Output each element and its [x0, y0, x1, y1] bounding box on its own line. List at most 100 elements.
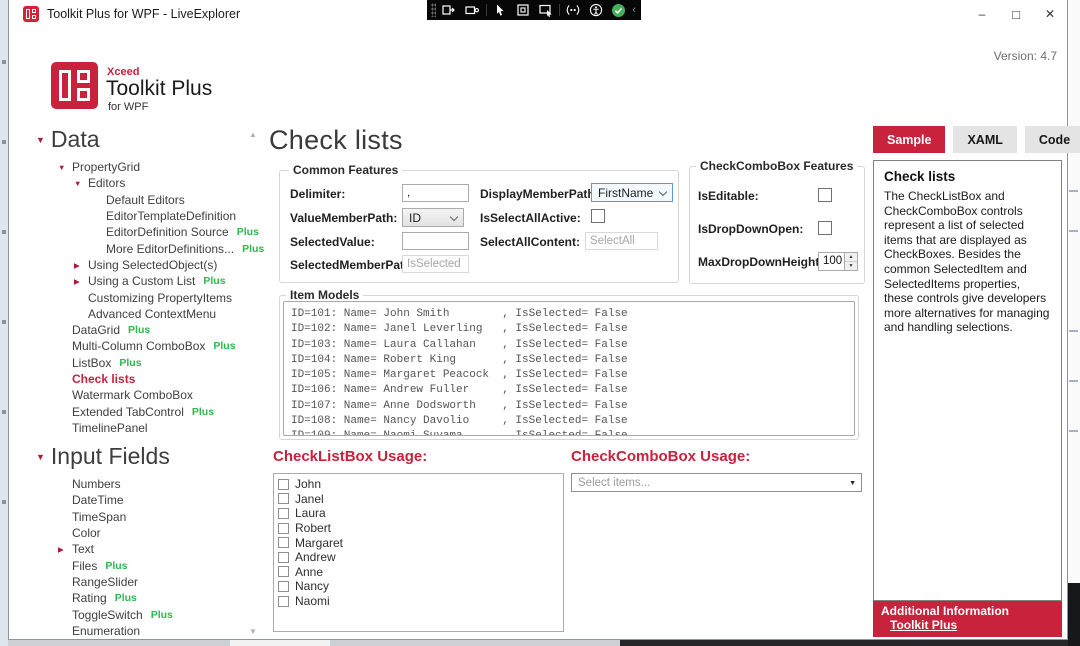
item-checkbox[interactable]	[278, 596, 289, 607]
sidebar-item-timespan[interactable]: TimeSpan	[36, 509, 264, 525]
sidebar-item-watermark-combobox[interactable]: Watermark ComboBox	[36, 387, 264, 403]
item-model-row: ID=101: Name= John Smith , IsSelected= F…	[291, 307, 854, 322]
maxdropdownheight-spinner[interactable]: 100 ▲ ▼	[818, 252, 858, 271]
item-checkbox[interactable]	[278, 537, 289, 548]
info-title: Check lists	[884, 169, 955, 184]
item-models-group: Item Models ID=101: Name= John Smith , I…	[279, 295, 859, 440]
sidebar-item-datetime[interactable]: DateTime	[36, 492, 264, 508]
sidebar-item-using-a-custom-list[interactable]: ▶Using a Custom ListPlus	[36, 273, 264, 289]
sidebar-item-more-editordefinitions-[interactable]: More EditorDefinitions...Plus	[36, 240, 264, 256]
minimize-button[interactable]: –	[965, 0, 999, 28]
sidebar-item-label: PropertyGrid	[72, 160, 140, 174]
plus-badge: Plus	[105, 560, 127, 572]
confirm-check-icon[interactable]	[610, 2, 629, 18]
checklist-item[interactable]: Janel	[278, 492, 559, 507]
sidebar-item-rating[interactable]: RatingPlus	[36, 590, 264, 606]
item-checkbox[interactable]	[278, 566, 289, 577]
checklist-item[interactable]: Robert	[278, 521, 559, 536]
screen-record-icon[interactable]	[463, 2, 482, 18]
selectallcontent-label: SelectAllContent:	[480, 235, 580, 249]
close-button[interactable]: ✕	[1033, 0, 1067, 28]
sidebar-item-label: Advanced ContextMenu	[88, 307, 216, 321]
sidebar-item-extended-tabcontrol[interactable]: Extended TabControlPlus	[36, 403, 264, 419]
cursor-select-icon[interactable]	[491, 2, 510, 18]
selectallcontent-input[interactable]	[585, 232, 658, 250]
window-export-icon[interactable]	[440, 2, 459, 18]
displaymemberpath-combobox[interactable]: FirstName	[591, 183, 673, 202]
tree-scroll-up-icon[interactable]: ▲	[249, 130, 257, 139]
item-model-row: ID=107: Name= Anne Dodsworth , IsSelecte…	[291, 399, 854, 414]
sidebar-item-numbers[interactable]: Numbers	[36, 476, 264, 492]
isselectallactive-checkbox[interactable]	[591, 209, 605, 223]
sidebar-item-customizing-propertyitems[interactable]: Customizing PropertyItems	[36, 289, 264, 305]
tree-collapsed-icon[interactable]: ▶	[74, 277, 80, 286]
sidebar-item-propertygrid[interactable]: ▼ PropertyGrid	[36, 159, 264, 175]
accessibility-icon[interactable]	[587, 2, 606, 18]
sidebar-item-multi-column-combobox[interactable]: Multi-Column ComboBoxPlus	[36, 338, 264, 354]
checklist-item[interactable]: Laura	[278, 506, 559, 521]
sidebar-item-toggleswitch[interactable]: ToggleSwitchPlus	[36, 606, 264, 622]
sidebar-section-header[interactable]: ▼Input Fields	[36, 443, 264, 472]
view-tab[interactable]: Code	[1025, 126, 1080, 153]
sidebar-item-datagrid[interactable]: DataGridPlus	[36, 322, 264, 338]
iseditable-checkbox[interactable]	[818, 188, 832, 202]
maximize-button[interactable]: □	[999, 0, 1033, 28]
sidebar-item-label: EditorTemplateDefinition	[106, 209, 236, 223]
item-checkbox[interactable]	[278, 523, 289, 534]
item-checkbox[interactable]	[278, 493, 289, 504]
sidebar-item-color[interactable]: Color	[36, 525, 264, 541]
sidebar-item-enumeration[interactable]: Enumeration	[36, 623, 264, 639]
tree-expanded-icon[interactable]: ▼	[58, 163, 65, 172]
checkcombobox[interactable]: ▼	[571, 473, 862, 492]
checklist-item[interactable]: Andrew	[278, 550, 559, 565]
sidebar-item-editors[interactable]: ▼Editors	[36, 175, 264, 191]
checkcombobox-input[interactable]	[572, 474, 861, 491]
checklistbox[interactable]: John Janel Laura Robert Margaret Andrew	[273, 473, 564, 632]
film-reel-icon[interactable]	[564, 2, 583, 18]
selectedvalue-input[interactable]	[402, 232, 469, 250]
checklist-item[interactable]: John	[278, 477, 559, 492]
item-checkbox[interactable]	[278, 508, 289, 519]
spin-down-icon[interactable]: ▼	[845, 262, 857, 270]
checklist-item[interactable]: Nancy	[278, 579, 559, 594]
sidebar-item-files[interactable]: FilesPlus	[36, 558, 264, 574]
spin-up-icon[interactable]: ▲	[845, 253, 857, 262]
sidebar-item-text[interactable]: ▶Text	[36, 541, 264, 557]
sidebar-item-editordefinition-source[interactable]: EditorDefinition SourcePlus	[36, 224, 264, 240]
sidebar-section-header[interactable]: ▼Data	[36, 126, 264, 155]
sidebar-item-check-lists[interactable]: Check lists	[36, 371, 264, 387]
checklist-item[interactable]: Anne	[278, 565, 559, 580]
checklist-item[interactable]: Margaret	[278, 535, 559, 550]
sidebar-item-advanced-contextmenu[interactable]: Advanced ContextMenu	[36, 306, 264, 322]
view-tab[interactable]: Sample	[873, 126, 945, 153]
sidebar-item-rangeslider[interactable]: RangeSlider	[36, 574, 264, 590]
sidebar-item-label: Color	[72, 526, 101, 540]
toolbar-grip[interactable]	[431, 3, 436, 17]
plus-badge: Plus	[242, 243, 264, 255]
collapse-chevron-icon[interactable]: ‹	[632, 2, 636, 18]
sidebar-nav: ▼Data ▼ PropertyGrid▼EditorsDefault Edito…	[36, 126, 264, 639]
tree-collapsed-icon[interactable]: ▶	[74, 261, 80, 270]
isdropdownopen-checkbox[interactable]	[818, 221, 832, 235]
tree-scroll-down-icon[interactable]: ▼	[249, 627, 257, 636]
tree-expanded-icon[interactable]: ▼	[74, 179, 81, 188]
delimiter-input[interactable]	[402, 184, 469, 202]
window-select-icon[interactable]	[536, 2, 555, 18]
sidebar-item-using-selectedobject-s-[interactable]: ▶Using SelectedObject(s)	[36, 257, 264, 273]
sidebar-item-listbox[interactable]: ListBoxPlus	[36, 355, 264, 371]
region-capture-icon[interactable]	[513, 2, 532, 18]
sidebar-item-editortemplatedefinition[interactable]: EditorTemplateDefinition	[36, 208, 264, 224]
item-checkbox[interactable]	[278, 479, 289, 490]
toolkit-plus-link[interactable]: Toolkit Plus	[890, 618, 957, 632]
sidebar-item-timelinepanel[interactable]: TimelinePanel	[36, 420, 264, 436]
selectedmemberpath-input[interactable]	[402, 255, 469, 273]
checklist-item[interactable]: Naomi	[278, 594, 559, 609]
sidebar-item-default-editors[interactable]: Default Editors	[36, 192, 264, 208]
valuememberpath-combobox[interactable]: ID	[402, 208, 464, 227]
view-tab[interactable]: XAML	[953, 126, 1016, 153]
plus-badge: Plus	[115, 592, 137, 604]
item-checkbox[interactable]	[278, 552, 289, 563]
sidebar-item-label: TimeSpan	[72, 510, 126, 524]
tree-collapsed-icon[interactable]: ▶	[58, 545, 64, 554]
item-checkbox[interactable]	[278, 581, 289, 592]
